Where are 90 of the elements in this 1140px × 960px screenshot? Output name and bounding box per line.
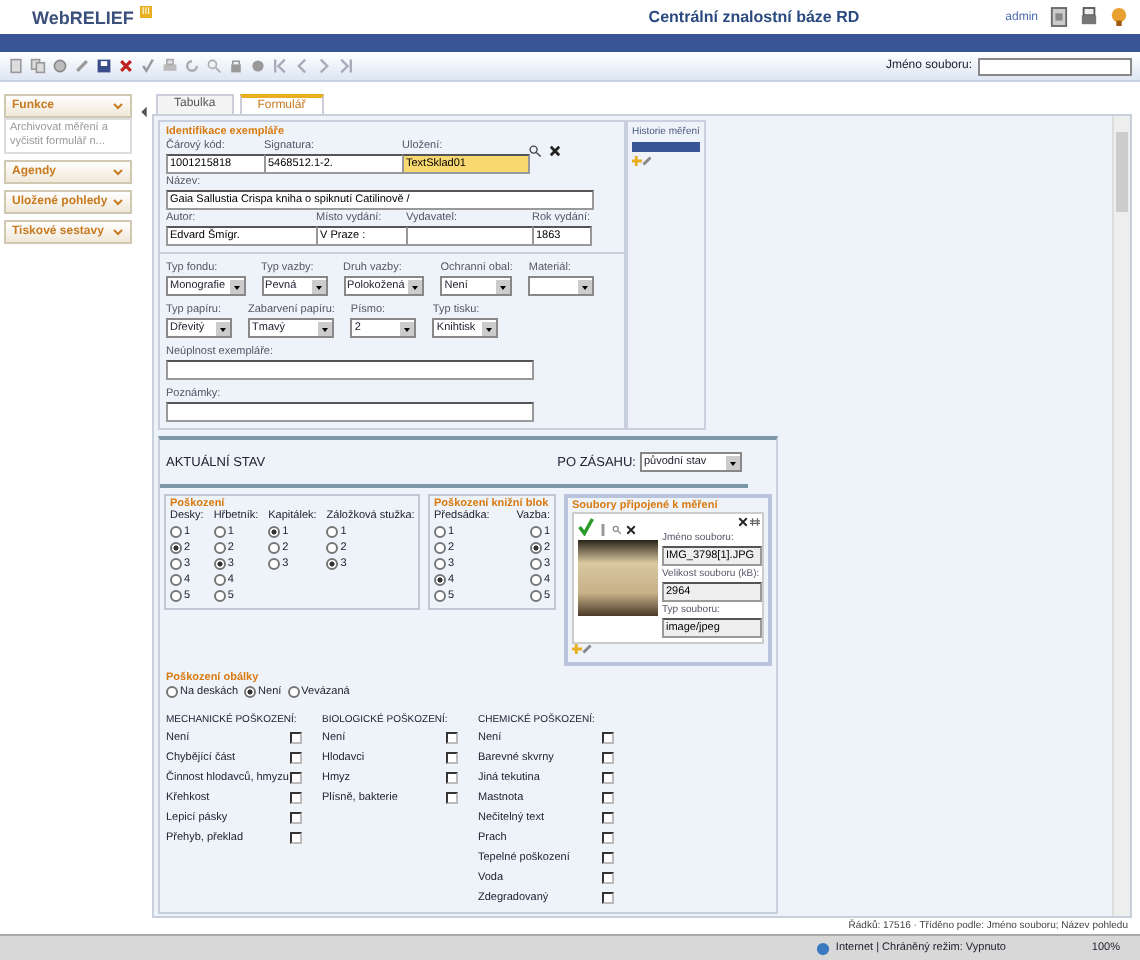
dropdown-arrow-icon	[400, 321, 415, 335]
input-field[interactable]	[166, 402, 534, 422]
radio-button[interactable]	[529, 526, 542, 538]
radio-button[interactable]	[434, 542, 446, 554]
save-icon[interactable]	[96, 58, 112, 74]
add-edit-icon[interactable]	[632, 156, 652, 166]
checkbox[interactable]	[290, 792, 302, 804]
checkbox[interactable]	[602, 732, 614, 744]
close-icon[interactable]	[548, 144, 562, 158]
checkbox[interactable]	[602, 872, 614, 884]
checkbox[interactable]	[602, 772, 614, 784]
copy-icon[interactable]	[30, 58, 46, 74]
radio-button[interactable]	[434, 574, 446, 586]
radio-button[interactable]	[434, 526, 446, 538]
dropdown-arrow-icon	[318, 321, 333, 335]
delete-icon[interactable]	[118, 58, 134, 74]
chevron-down-icon	[112, 225, 124, 238]
scrollbar[interactable]	[1112, 116, 1130, 916]
radio-button[interactable]	[434, 558, 446, 570]
radio-button[interactable]	[326, 542, 339, 554]
checkbox[interactable]	[602, 892, 614, 904]
checkbox[interactable]	[290, 832, 302, 844]
radio-button[interactable]	[529, 558, 542, 570]
radio-button[interactable]	[170, 574, 182, 586]
printer-icon[interactable]	[1080, 6, 1098, 28]
radio-button[interactable]	[434, 590, 446, 602]
checkmark-icon[interactable]	[578, 518, 594, 536]
close-icon[interactable]	[626, 524, 636, 536]
search-icon[interactable]	[528, 144, 542, 158]
dropdown[interactable]	[528, 276, 595, 296]
input-field[interactable]	[166, 360, 534, 380]
photo-placeholder[interactable]	[578, 540, 658, 616]
radio-button[interactable]	[213, 526, 226, 538]
radio-button[interactable]	[170, 590, 182, 602]
radio-button[interactable]	[213, 558, 226, 570]
dropdown-arrow-icon	[578, 279, 593, 293]
radio-button[interactable]	[244, 686, 257, 698]
collapse-arrow-icon[interactable]	[140, 106, 148, 118]
input-field[interactable]	[978, 57, 1132, 75]
checkbox[interactable]	[602, 832, 614, 844]
checkbox[interactable]	[446, 732, 458, 744]
close-icon[interactable]	[738, 516, 748, 528]
radio-button[interactable]	[268, 526, 281, 538]
lightbulb-icon[interactable]	[1110, 6, 1128, 28]
radio-button[interactable]	[268, 542, 281, 554]
checkbox[interactable]	[446, 752, 458, 764]
dropdown-arrow-icon	[229, 279, 244, 293]
chevron-down-icon	[112, 195, 124, 208]
chevron-down-icon	[112, 165, 124, 178]
add-edit-icon[interactable]	[572, 644, 592, 654]
app-title: Centrální znalostní báze RD	[648, 8, 860, 26]
globe-icon	[815, 941, 830, 955]
radio-button[interactable]	[170, 526, 182, 538]
dropdown-arrow-icon	[496, 279, 511, 293]
checkbox[interactable]	[446, 772, 458, 784]
checkbox[interactable]	[602, 752, 614, 764]
checkbox[interactable]	[602, 812, 614, 824]
radio-button[interactable]	[166, 686, 178, 698]
radio-button[interactable]	[268, 558, 281, 570]
dropdown-arrow-icon	[311, 279, 326, 293]
radio-button[interactable]	[326, 558, 339, 570]
radio-button[interactable]	[529, 542, 542, 554]
checkbox[interactable]	[290, 752, 302, 764]
radio-button[interactable]	[170, 558, 182, 570]
checkbox[interactable]	[290, 772, 302, 784]
radio-button[interactable]	[213, 590, 226, 602]
dropdown-arrow-icon	[408, 279, 423, 293]
radio-button[interactable]	[287, 686, 300, 698]
check-icon[interactable]	[140, 58, 156, 74]
radio-button[interactable]	[170, 542, 182, 554]
radio-button[interactable]	[529, 590, 542, 602]
radio-button[interactable]	[529, 574, 542, 586]
radio-button[interactable]	[213, 574, 226, 586]
dropdown-arrow-icon	[216, 321, 230, 335]
logo: WebRELIEF	[32, 7, 134, 27]
checkbox[interactable]	[290, 812, 302, 824]
input-field[interactable]	[406, 226, 534, 246]
radio-button[interactable]	[213, 542, 226, 554]
lock-icon[interactable]	[228, 58, 244, 74]
dropdown-arrow-icon	[482, 321, 497, 335]
dropdown-arrow-icon	[726, 455, 740, 469]
chevron-down-icon	[112, 100, 124, 112]
history-table-header	[632, 142, 700, 152]
checkbox[interactable]	[446, 792, 458, 804]
document-icon[interactable]	[1050, 6, 1068, 28]
checkbox[interactable]	[290, 732, 302, 744]
checkbox[interactable]	[602, 852, 614, 864]
radio-button[interactable]	[326, 526, 339, 538]
document-icon[interactable]	[8, 58, 24, 74]
checkbox[interactable]	[602, 792, 614, 804]
